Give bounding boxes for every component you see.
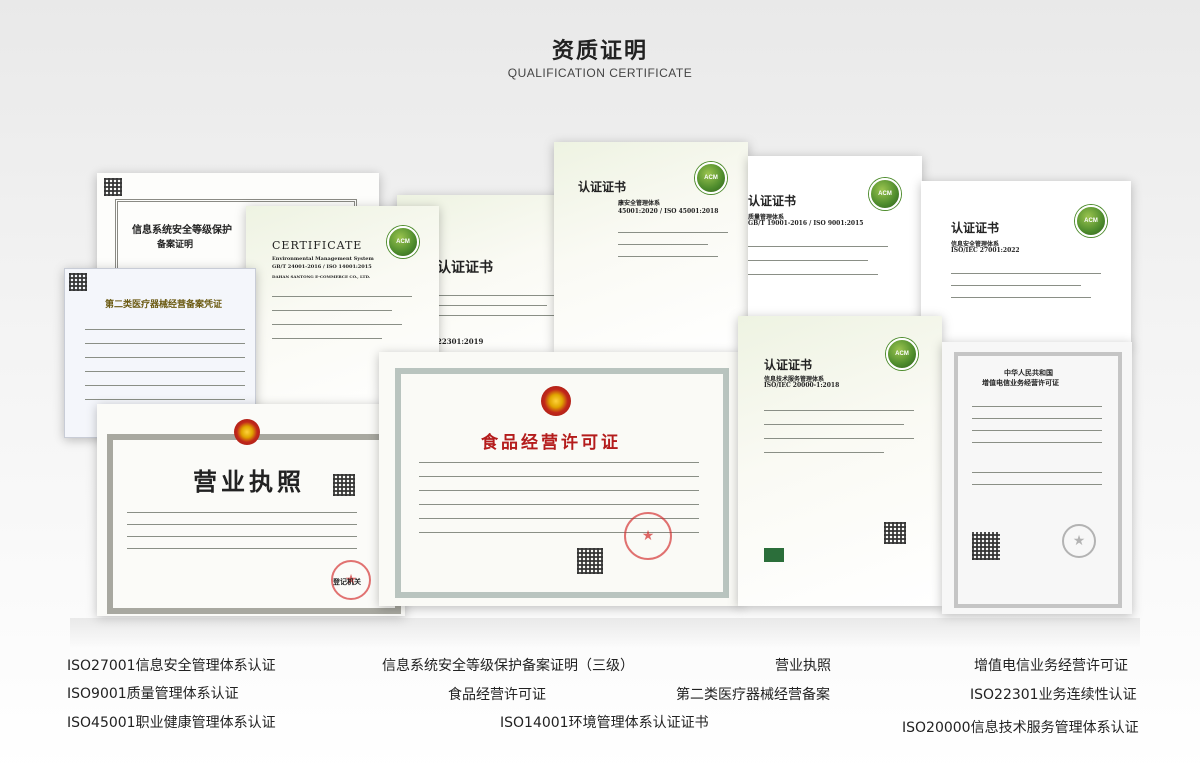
caption-telecom: 增值电信业务经营许可证 [974, 658, 1128, 674]
certificate-captions: ISO27001信息安全管理体系认证 ISO9001质量管理体系认证 ISO45… [0, 0, 1200, 774]
caption-iso27001: ISO27001信息安全管理体系认证 [67, 658, 276, 674]
caption-iso14001: ISO14001环境管理体系认证证书 [500, 715, 709, 731]
caption-iso9001: ISO9001质量管理体系认证 [67, 686, 239, 702]
caption-business: 营业执照 [775, 658, 831, 674]
caption-iso45001: ISO45001职业健康管理体系认证 [67, 715, 276, 731]
caption-medical: 第二类医疗器械经营备案 [676, 687, 830, 703]
caption-infosec: 信息系统安全等级保护备案证明（三级） [382, 658, 634, 674]
caption-food: 食品经营许可证 [448, 687, 546, 703]
caption-iso22301: ISO22301业务连续性认证 [970, 687, 1137, 703]
caption-iso20000: ISO20000信息技术服务管理体系认证 [902, 720, 1139, 736]
